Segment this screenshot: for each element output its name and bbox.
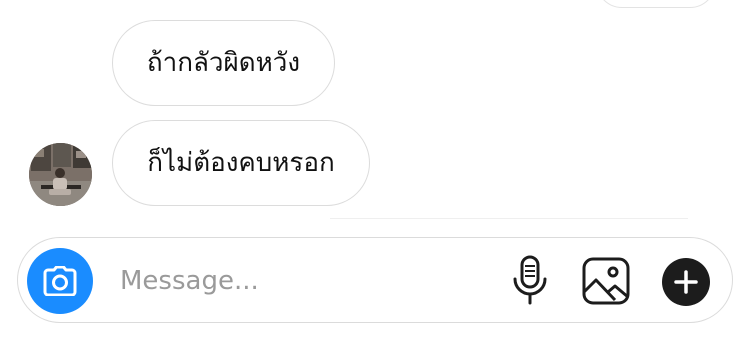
gallery-icon bbox=[582, 257, 630, 305]
previous-message-bubble[interactable] bbox=[596, 0, 716, 8]
add-button[interactable] bbox=[662, 258, 710, 306]
message-input[interactable] bbox=[120, 262, 480, 300]
camera-icon bbox=[43, 266, 77, 296]
gallery-button[interactable] bbox=[579, 254, 633, 308]
avatar-photo bbox=[29, 143, 92, 206]
divider bbox=[330, 218, 688, 219]
avatar[interactable] bbox=[29, 143, 92, 206]
microphone-icon bbox=[513, 255, 547, 305]
plus-icon bbox=[674, 270, 698, 294]
direct-message-thread: ถ้ากลัวผิดหวัง ก็ไม่ต้องคบหรอก bbox=[0, 0, 750, 339]
microphone-button[interactable] bbox=[508, 254, 552, 308]
message-text: ก็ไม่ต้องคบหรอก bbox=[147, 148, 335, 178]
message-text: ถ้ากลัวผิดหวัง bbox=[146, 48, 301, 78]
message-bubble[interactable]: ก็ไม่ต้องคบหรอก bbox=[112, 120, 370, 206]
message-bubble[interactable]: ถ้ากลัวผิดหวัง bbox=[112, 20, 335, 106]
camera-button[interactable] bbox=[27, 248, 93, 314]
